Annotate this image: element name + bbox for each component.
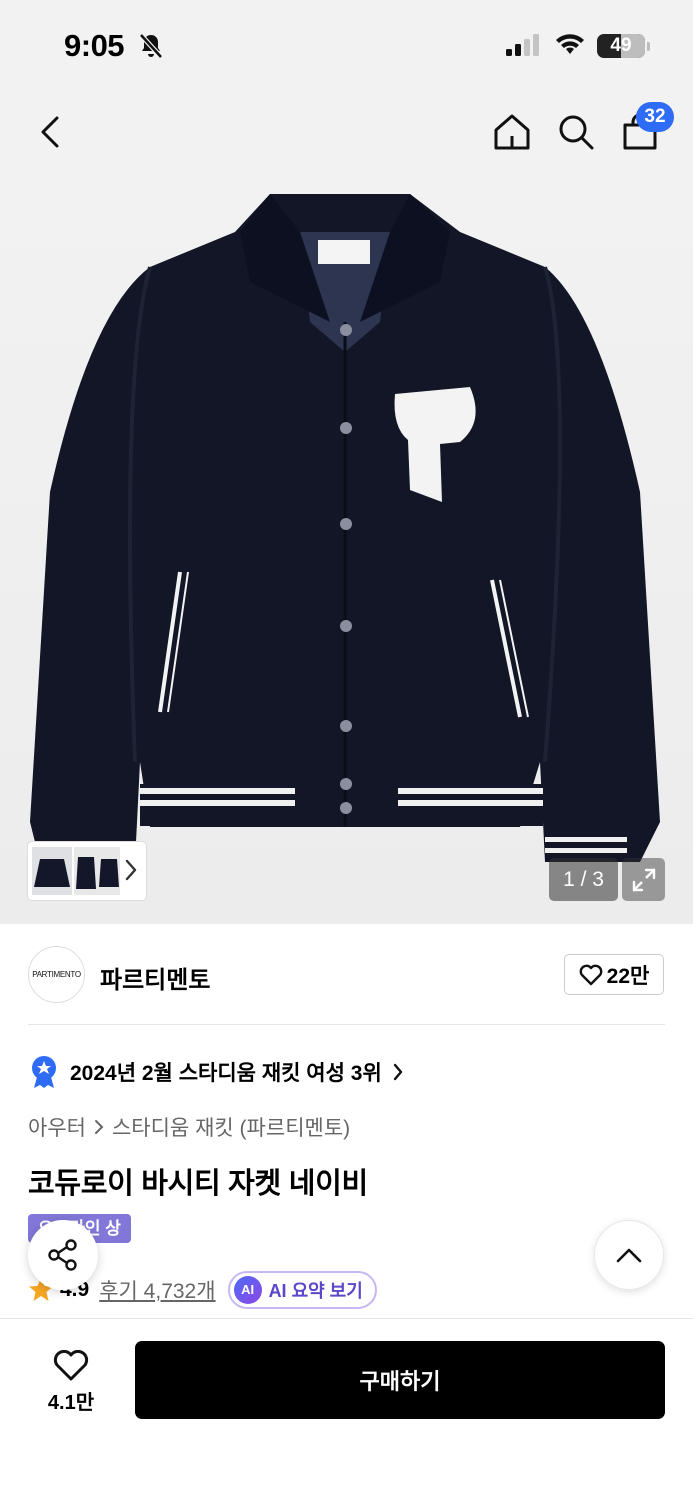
cart-count-badge: 32: [636, 102, 674, 132]
cellular-signal-icon: [506, 34, 539, 56]
buy-button[interactable]: 구매하기: [135, 1341, 665, 1419]
heart-icon: [579, 964, 603, 985]
brand-like-button[interactable]: 22만: [564, 954, 664, 995]
home-button[interactable]: [488, 108, 536, 156]
brand-row[interactable]: PARTIMENTO 파르티멘토 22만: [0, 924, 693, 1025]
thumbnail-2[interactable]: [74, 847, 98, 895]
image-thumbnails[interactable]: [28, 842, 146, 900]
chevron-up-icon: [616, 1248, 642, 1263]
heart-icon: [53, 1349, 89, 1380]
expand-image-button[interactable]: [622, 858, 665, 901]
wifi-icon: [556, 34, 584, 54]
breadcrumb: 아우터 스타디움 재킷 (파르티멘토): [28, 1112, 350, 1142]
top-nav: [0, 92, 693, 172]
bottom-action-bar: 4.1만 구매하기: [0, 1318, 693, 1500]
product-image-carousel[interactable]: [0, 172, 693, 924]
home-icon: [494, 114, 530, 150]
brand-name[interactable]: 파르티멘토: [100, 960, 210, 995]
chevron-right-icon: [125, 859, 137, 881]
wishlist-button[interactable]: 4.1만: [28, 1343, 114, 1421]
share-button[interactable]: [28, 1220, 98, 1290]
breadcrumb-subcategory[interactable]: 스타디움 재킷 (파르티멘토): [112, 1112, 350, 1142]
expand-icon: [632, 868, 655, 891]
search-icon: [559, 115, 594, 150]
battery-indicator: 49: [597, 34, 645, 58]
ranking-text: 2024년 2월 스타디움 재킷 여성 3위: [70, 1062, 382, 1085]
back-button[interactable]: [28, 110, 72, 154]
ai-summary-label: AI 요약 보기: [268, 1281, 363, 1301]
status-time: 9:05: [64, 28, 125, 63]
product-title: 코듀로이 바시티 자켓 네이비: [28, 1168, 368, 1200]
chevron-right-icon: [94, 1120, 104, 1134]
thumbnail-1[interactable]: [32, 847, 72, 895]
chevron-right-icon: [393, 1063, 402, 1081]
ai-badge: AI: [233, 1276, 262, 1304]
share-icon: [48, 1239, 77, 1271]
jacket-image: [30, 194, 660, 862]
brand-like-count: 22만: [606, 964, 650, 988]
review-count-link[interactable]: 후기 4,732개: [99, 1275, 215, 1305]
chevron-left-icon: [41, 116, 59, 148]
battery-tip: [647, 42, 650, 51]
image-counter: 1 / 3: [549, 858, 618, 901]
thumbnail-3[interactable]: [98, 847, 120, 895]
product-page: 9:05 49 32 1 / 3 PARTIMENTO 파르티멘토 22만 20…: [0, 0, 693, 1500]
divider: [28, 1024, 665, 1025]
search-button[interactable]: [552, 108, 600, 156]
brand-logo[interactable]: PARTIMENTO: [28, 946, 85, 1003]
ai-summary-button[interactable]: AI AI 요약 보기: [227, 1271, 377, 1309]
bell-off-icon: [139, 33, 163, 59]
breadcrumb-category[interactable]: 아우터: [28, 1112, 86, 1142]
ranking-medal-icon: [32, 1056, 56, 1088]
scroll-to-top-button[interactable]: [594, 1220, 664, 1290]
wishlist-count: 4.1만: [47, 1391, 95, 1414]
status-bar: 9:05 49: [0, 0, 693, 92]
ranking-link[interactable]: 2024년 2월 스타디움 재킷 여성 3위: [28, 1054, 404, 1090]
